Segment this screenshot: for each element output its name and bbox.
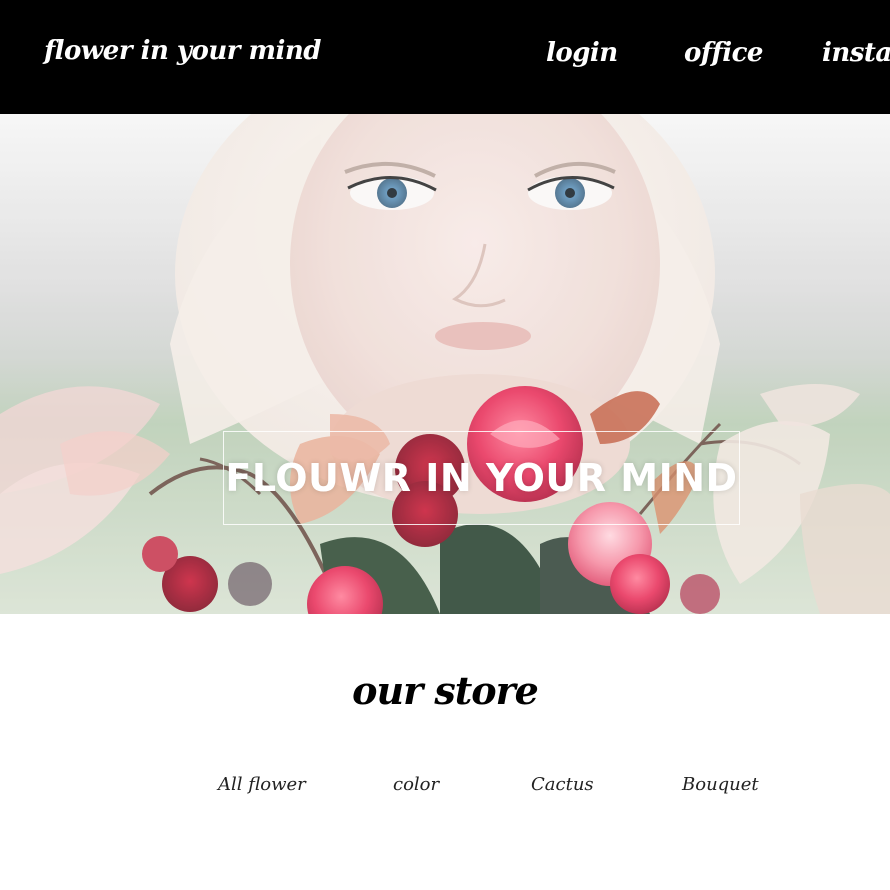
- brand-logo[interactable]: flower in your mind: [44, 36, 321, 66]
- store-heading: our store: [352, 668, 539, 713]
- nav-office-link[interactable]: office: [684, 38, 763, 68]
- category-cactus[interactable]: Cactus: [531, 774, 594, 795]
- hero-photo: [0, 114, 890, 614]
- category-all-flower[interactable]: All flower: [218, 774, 306, 795]
- top-navbar: flower in your mind login office instagr…: [0, 0, 890, 114]
- nav-login-link[interactable]: login: [546, 38, 618, 68]
- category-color[interactable]: color: [393, 774, 439, 795]
- nav-instagram-link[interactable]: instagram: [822, 38, 890, 68]
- hero-title: FLOUWR IN YOUR MIND: [225, 456, 738, 500]
- hero-banner: FLOUWR IN YOUR MIND: [0, 114, 890, 614]
- category-bouquet[interactable]: Bouquet: [682, 774, 759, 795]
- hero-title-frame: FLOUWR IN YOUR MIND: [223, 431, 740, 525]
